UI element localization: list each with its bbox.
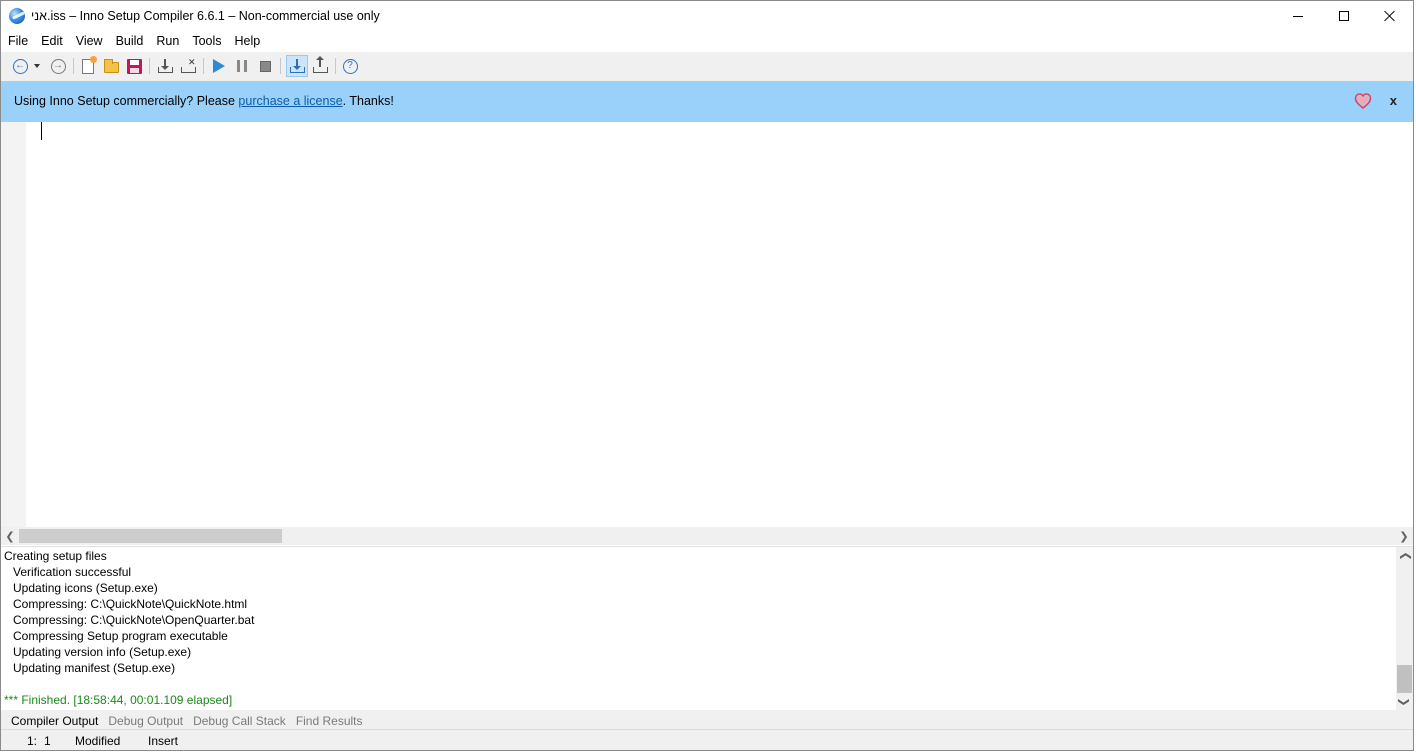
close-icon — [1384, 10, 1396, 22]
stop-compile-button[interactable]: ✕ — [177, 55, 199, 77]
editor-horizontal-scrollbar[interactable]: ❮ ❯ — [1, 527, 1413, 545]
scroll-down-icon[interactable]: ❯ — [1396, 694, 1414, 711]
pause-icon — [237, 60, 247, 72]
menu-build[interactable]: Build — [109, 31, 150, 51]
output-line: Verification successful — [13, 565, 132, 579]
tab-debug-call-stack[interactable]: Debug Call Stack — [188, 714, 291, 728]
tab-compiler-output[interactable]: Compiler Output — [1, 714, 103, 728]
save-file-icon — [126, 58, 142, 74]
menu-bar: File Edit View Build Run Tools Help — [1, 31, 1413, 51]
toolbar-separator — [280, 58, 281, 74]
scroll-right-icon[interactable]: ❯ — [1395, 527, 1413, 545]
menu-edit[interactable]: Edit — [34, 31, 69, 51]
toolbar-separator — [335, 58, 336, 74]
inno-setup-app-icon[interactable] — [9, 8, 25, 24]
toolbar-separator — [203, 58, 204, 74]
toolbar: ← → ✕ ? — [1, 52, 1413, 81]
help-icon: ? — [342, 58, 358, 74]
terminate-icon — [259, 60, 271, 72]
minimize-icon — [1293, 15, 1303, 17]
tab-debug-output[interactable]: Debug Output — [103, 714, 188, 728]
output-vertical-scrollbar[interactable]: ❯ ❯ — [1396, 547, 1413, 711]
menu-file[interactable]: File — [1, 31, 34, 51]
status-modified: Modified — [75, 734, 121, 748]
target-setup-button[interactable] — [286, 55, 308, 77]
app-window: אני.iss – Inno Setup Compiler 6.6.1 – No… — [0, 0, 1414, 751]
maximize-button[interactable] — [1321, 1, 1367, 31]
heart-icon[interactable] — [1354, 92, 1372, 110]
history-dropdown-button[interactable] — [29, 55, 45, 77]
title-bar[interactable]: אני.iss – Inno Setup Compiler 6.6.1 – No… — [1, 1, 1413, 31]
status-line-number: 1: — [27, 734, 38, 748]
output-line: Updating version info (Setup.exe) — [13, 645, 192, 659]
vertical-scroll-thumb[interactable] — [1397, 665, 1412, 693]
target-uninstall-button[interactable] — [309, 55, 331, 77]
status-bar: 1: 1 Modified Insert — [1, 729, 1413, 750]
toolbar-separator — [149, 58, 150, 74]
output-line: Compressing: C:\QuickNote\OpenQuarter.ba… — [13, 613, 255, 627]
output-line: Compressing: C:\QuickNote\QuickNote.html — [13, 597, 248, 611]
output-line: Compressing Setup program executable — [13, 629, 228, 643]
help-button[interactable]: ? — [339, 55, 361, 77]
compile-icon — [157, 59, 173, 73]
output-finished-line: *** Finished. [18:58:44, 00:01.109 elaps… — [4, 693, 233, 707]
open-file-icon — [103, 59, 119, 73]
open-file-button[interactable] — [100, 55, 122, 77]
maximize-icon — [1339, 11, 1349, 21]
minimize-button[interactable] — [1275, 1, 1321, 31]
menu-view[interactable]: View — [69, 31, 109, 51]
save-file-button[interactable] — [123, 55, 145, 77]
purchase-license-link[interactable]: purchase a license — [238, 94, 342, 108]
horizontal-scroll-thumb[interactable] — [19, 529, 282, 543]
status-insert-mode: Insert — [148, 734, 179, 748]
status-column-number: 1 — [44, 734, 51, 748]
banner-suffix: . Thanks! — [342, 94, 394, 108]
scroll-up-icon[interactable]: ❯ — [1396, 548, 1414, 565]
license-banner: Using Inno Setup commercially? Please pu… — [1, 81, 1413, 122]
menu-help[interactable]: Help — [228, 31, 267, 51]
close-button[interactable] — [1367, 1, 1413, 31]
script-editor[interactable] — [1, 122, 1413, 527]
banner-prefix: Using Inno Setup commercially? Please — [14, 94, 239, 108]
pause-button[interactable] — [231, 55, 253, 77]
editor-gutter[interactable] — [1, 122, 26, 527]
new-file-button[interactable] — [77, 55, 99, 77]
menu-run[interactable]: Run — [149, 31, 185, 51]
target-setup-icon — [289, 59, 305, 73]
output-tabs: Compiler Output Debug Output Debug Call … — [1, 710, 1413, 731]
output-line: Updating icons (Setup.exe) — [13, 581, 158, 595]
history-dropdown-icon — [34, 64, 40, 68]
compiler-output-panel[interactable]: Creating setup files Verification succes… — [1, 546, 1413, 711]
stop-compile-icon: ✕ — [180, 57, 196, 73]
new-file-icon — [82, 55, 97, 74]
back-icon: ← — [12, 58, 28, 74]
forward-icon: → — [50, 58, 66, 74]
run-button[interactable] — [208, 55, 230, 77]
window-title: אני.iss – Inno Setup Compiler 6.6.1 – No… — [31, 9, 380, 23]
menu-tools[interactable]: Tools — [185, 31, 227, 51]
text-caret — [41, 122, 42, 140]
tab-find-results[interactable]: Find Results — [291, 714, 368, 728]
banner-close-button[interactable]: x — [1390, 93, 1397, 108]
terminate-button[interactable] — [254, 55, 276, 77]
target-uninstall-icon — [312, 56, 328, 73]
back-button[interactable]: ← — [9, 55, 31, 77]
scroll-left-icon[interactable]: ❮ — [1, 527, 19, 545]
run-icon — [213, 59, 225, 73]
toolbar-separator — [73, 58, 74, 74]
compile-button[interactable] — [154, 55, 176, 77]
forward-button[interactable]: → — [47, 55, 69, 77]
output-line: Creating setup files — [4, 549, 107, 563]
output-line: Updating manifest (Setup.exe) — [13, 661, 176, 675]
banner-message: Using Inno Setup commercially? Please pu… — [14, 94, 394, 108]
